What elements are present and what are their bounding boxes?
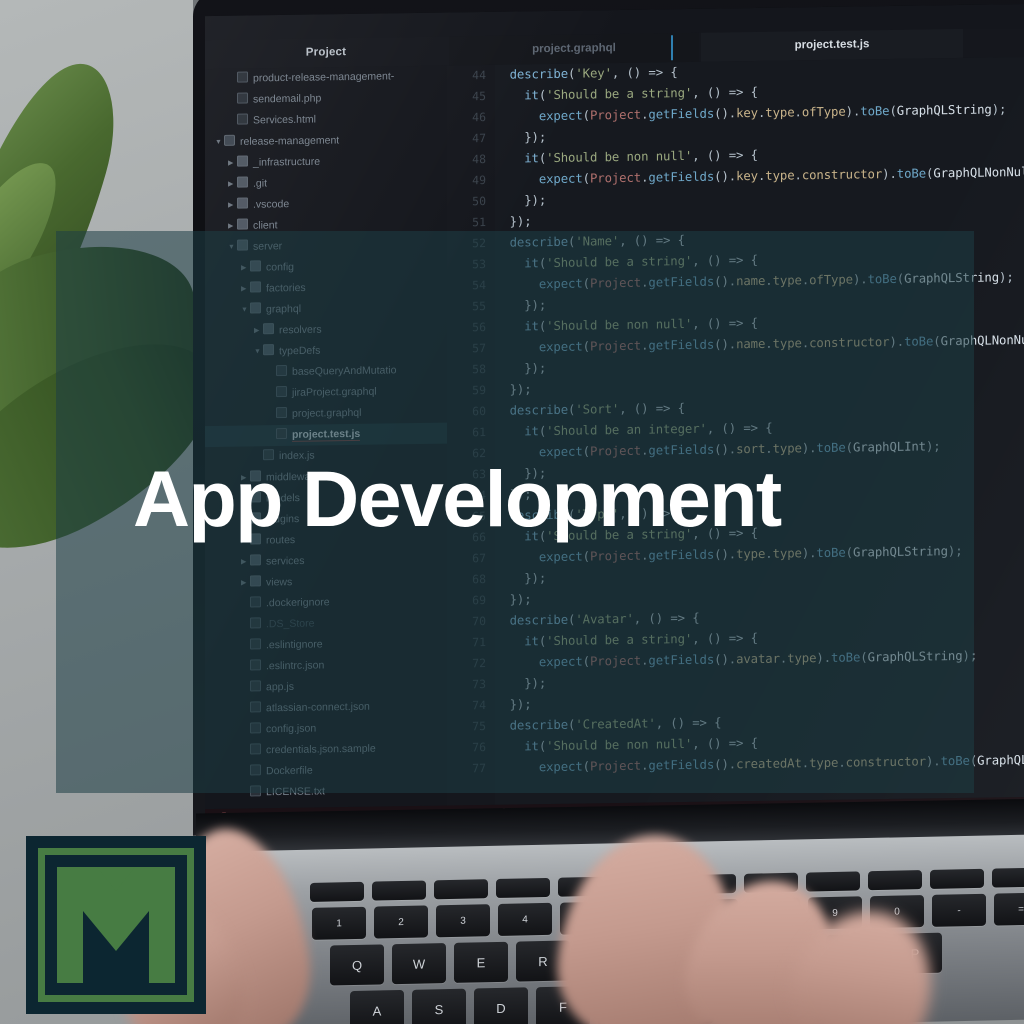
keyboard-key-letter: W	[392, 943, 446, 985]
file-tree-item-label: _infrastructure	[253, 155, 321, 169]
sidebar-header: Project	[305, 46, 347, 59]
keyboard-key-number: -	[932, 893, 986, 927]
page-title: App Development	[133, 454, 782, 543]
tab-project-graphql[interactable]: project.graphql	[449, 32, 699, 66]
keyboard-key-letter: E	[454, 941, 508, 983]
keyboard-key-number: 1	[312, 906, 366, 940]
file-icon	[237, 92, 248, 104]
folder-icon	[237, 155, 248, 167]
keyboard-key-fn	[496, 877, 550, 899]
file-tree-item-label: release-management	[240, 134, 340, 148]
keyboard-key-fn	[868, 870, 922, 891]
chevron-right-icon[interactable]: ▶	[228, 195, 237, 216]
file-tree-item-label: .vscode	[253, 198, 290, 211]
keyboard-key-letter: S	[412, 988, 466, 1024]
brand-logo[interactable]	[26, 836, 206, 1014]
line-number: 47	[472, 130, 486, 146]
line-number: 45	[472, 88, 486, 104]
line-number: 48	[472, 151, 486, 167]
tab-divider	[671, 35, 673, 61]
file-tree-item-label: product-release-management-	[253, 70, 395, 85]
chevron-down-icon[interactable]: ▼	[215, 132, 224, 153]
chevron-right-icon[interactable]: ▶	[228, 174, 237, 195]
keyboard-key-number: =	[994, 892, 1024, 926]
keyboard-key-letter: A	[350, 989, 404, 1024]
keyboard-key-fn	[930, 868, 984, 889]
line-number: 44	[472, 67, 486, 83]
file-tree-item-label: .git	[253, 177, 268, 190]
folder-icon	[237, 218, 248, 230]
keyboard-key-letter: Q	[330, 944, 384, 986]
line-number: 50	[472, 193, 486, 209]
line-number: 46	[472, 109, 486, 125]
keyboard-key-fn	[310, 881, 364, 902]
tab-project-test-js[interactable]: project.test.js	[701, 28, 963, 62]
line-number: 49	[472, 172, 486, 188]
project-root-icon	[224, 134, 235, 147]
folder-icon	[237, 197, 248, 209]
screenshot-canvas: Project project.graphql project.test.js …	[0, 0, 1024, 1024]
keyboard-key-number: 2	[374, 905, 428, 939]
file-icon	[237, 71, 248, 83]
keyboard-key-fn	[434, 879, 488, 900]
logo-m-icon	[57, 867, 175, 983]
file-tree-item-label: client	[253, 219, 278, 232]
file-icon	[237, 113, 248, 125]
keyboard-key-fn	[372, 880, 426, 901]
keyboard-key-fn	[806, 871, 860, 892]
keyboard-key-number: 4	[498, 902, 552, 936]
file-tree-item-label: Services.html	[253, 113, 317, 127]
file-tree-item-label: sendemail.php	[253, 92, 322, 106]
keyboard-key-fn	[992, 867, 1024, 888]
keyboard-key-number: 3	[436, 904, 490, 938]
folder-icon	[237, 176, 248, 188]
keyboard-key-letter: D	[474, 987, 528, 1024]
chevron-right-icon[interactable]: ▶	[228, 153, 237, 174]
